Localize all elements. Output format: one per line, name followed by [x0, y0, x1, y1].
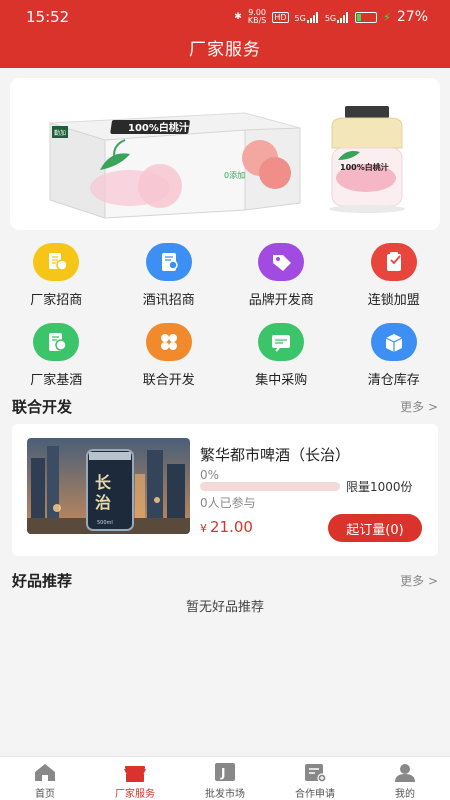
menu-item-label: 连锁加盟: [367, 293, 420, 308]
menu-item-8[interactable]: 清仓库存: [338, 318, 450, 388]
charging-icon: ⚡: [383, 10, 391, 24]
menu-item-3[interactable]: 品牌开发商: [225, 238, 338, 308]
group-purchase-icon: [258, 323, 305, 361]
product-name: 繁华都市啤酒（长治）: [200, 446, 351, 464]
participants-count: 0人已参与: [200, 496, 256, 510]
can-label: 长: [95, 473, 112, 492]
joint-dev-icon: [145, 323, 192, 361]
menu-item-1[interactable]: 厂家招商: [0, 238, 113, 308]
product-image: 长 治 500ml: [27, 438, 190, 534]
tab-label: 首页: [35, 789, 55, 800]
app-header: 15:52 ✱ 9.00 KB/S HD 5G 5G ⚡ 27% 厂家服务: [0, 0, 450, 68]
box-brand: 勤加: [54, 129, 66, 137]
tab-1[interactable]: 首页: [0, 757, 90, 800]
network-speed: 9.00 KB/S: [247, 8, 267, 25]
clearance-box-icon: [370, 323, 417, 361]
box-label: 100%白桃汁: [128, 121, 189, 134]
section-title-joint-dev: 联合开发: [12, 398, 73, 416]
menu-item-4[interactable]: 连锁加盟: [338, 238, 450, 308]
menu-item-label: 厂家基酒: [30, 373, 83, 388]
recommend-header: 好品推荐 更多 >: [12, 570, 438, 591]
svg-text:J: J: [220, 766, 225, 780]
base-liquor-icon: [33, 323, 80, 361]
svg-text:治: 治: [95, 493, 111, 512]
tab-2[interactable]: 厂家服务: [90, 757, 180, 800]
status-time: 15:52: [26, 8, 70, 26]
menu-item-label: 集中采购: [255, 373, 308, 388]
signal-icon-2: 5G: [325, 11, 349, 23]
cooperation-apply-icon: [302, 761, 328, 783]
shop-icon: [122, 761, 148, 783]
progress-percent: 0%: [200, 468, 220, 482]
menu-item-label: 厂家招商: [30, 293, 83, 308]
menu-item-label: 品牌开发商: [248, 293, 314, 308]
signal-icon-1: 5G: [295, 11, 319, 23]
joint-dev-more-link[interactable]: 更多 >: [400, 398, 438, 415]
tab-3[interactable]: J 批发市场: [180, 757, 270, 800]
bottle-label: 100%白桃汁: [340, 162, 389, 172]
service-menu-grid: 厂家招商 酒讯招商 品牌开发商 连锁加盟厂家基酒 联合开发 集中采购 清仓库存: [0, 238, 450, 388]
menu-item-label: 清仓库存: [367, 373, 420, 388]
product-price: ¥21.00: [200, 518, 253, 536]
empty-state-text: 暂无好品推荐: [185, 600, 264, 615]
joint-dev-header: 联合开发 更多 >: [12, 396, 438, 417]
user-icon: [392, 761, 418, 783]
wholesale-icon: J: [212, 761, 238, 783]
price-value: 21.00: [210, 518, 253, 536]
can-size: 500ml: [97, 520, 113, 526]
status-bar: 15:52 ✱ 9.00 KB/S HD 5G 5G ⚡ 27%: [0, 0, 450, 34]
bottom-tab-bar: 首页 厂家服务 J 批发市场 合作申请 我的: [0, 756, 450, 800]
min-order-button[interactable]: 起订量(0): [328, 514, 422, 542]
tab-label: 合作申请: [295, 789, 335, 800]
menu-item-2[interactable]: 酒讯招商: [113, 238, 226, 308]
battery-percent: 27%: [396, 9, 428, 25]
tab-label: 我的: [395, 789, 415, 800]
hd-badge: HD: [272, 11, 289, 23]
promo-banner[interactable]: 100%白桃汁 勤加 0添加 100%白桃汁: [10, 78, 440, 230]
menu-item-label: 联合开发: [142, 373, 195, 388]
bluetooth-icon: ✱: [234, 12, 242, 22]
menu-row: 厂家基酒 联合开发 集中采购 清仓库存: [0, 318, 450, 388]
factory-investment-icon: [33, 243, 80, 281]
menu-item-6[interactable]: 联合开发: [113, 318, 226, 388]
menu-item-5[interactable]: 厂家基酒: [0, 318, 113, 388]
chain-franchise-icon: [370, 243, 417, 281]
battery-icon: [355, 11, 378, 23]
status-icons: ✱ 9.00 KB/S HD 5G 5G ⚡ 27%: [234, 8, 428, 26]
menu-item-7[interactable]: 集中采购: [225, 318, 338, 388]
menu-item-label: 酒讯招商: [142, 293, 195, 308]
tab-5[interactable]: 我的: [360, 757, 450, 800]
recommend-more-link[interactable]: 更多 >: [400, 572, 438, 589]
wine-news-icon: [145, 243, 192, 281]
brand-tag-icon: [258, 243, 305, 281]
product-card[interactable]: 长 治 500ml 繁华都市啤酒（长治） 0% 限量1000份 0人已参与 ¥2…: [12, 424, 438, 556]
tab-4[interactable]: 合作申请: [270, 757, 360, 800]
home-icon: [32, 761, 58, 783]
box-side-text: 0添加: [224, 170, 245, 180]
menu-row: 厂家招商 酒讯招商 品牌开发商 连锁加盟: [0, 238, 450, 308]
tab-label: 厂家服务: [115, 789, 155, 800]
tab-label: 批发市场: [205, 789, 245, 800]
page-title: 厂家服务: [189, 40, 261, 60]
section-title-recommend: 好品推荐: [12, 572, 73, 590]
product-limit: 限量1000份: [346, 480, 413, 494]
progress-bar: [200, 482, 340, 491]
banner-image: 100%白桃汁 勤加 0添加 100%白桃汁: [49, 106, 405, 219]
currency-symbol: ¥: [200, 522, 207, 535]
